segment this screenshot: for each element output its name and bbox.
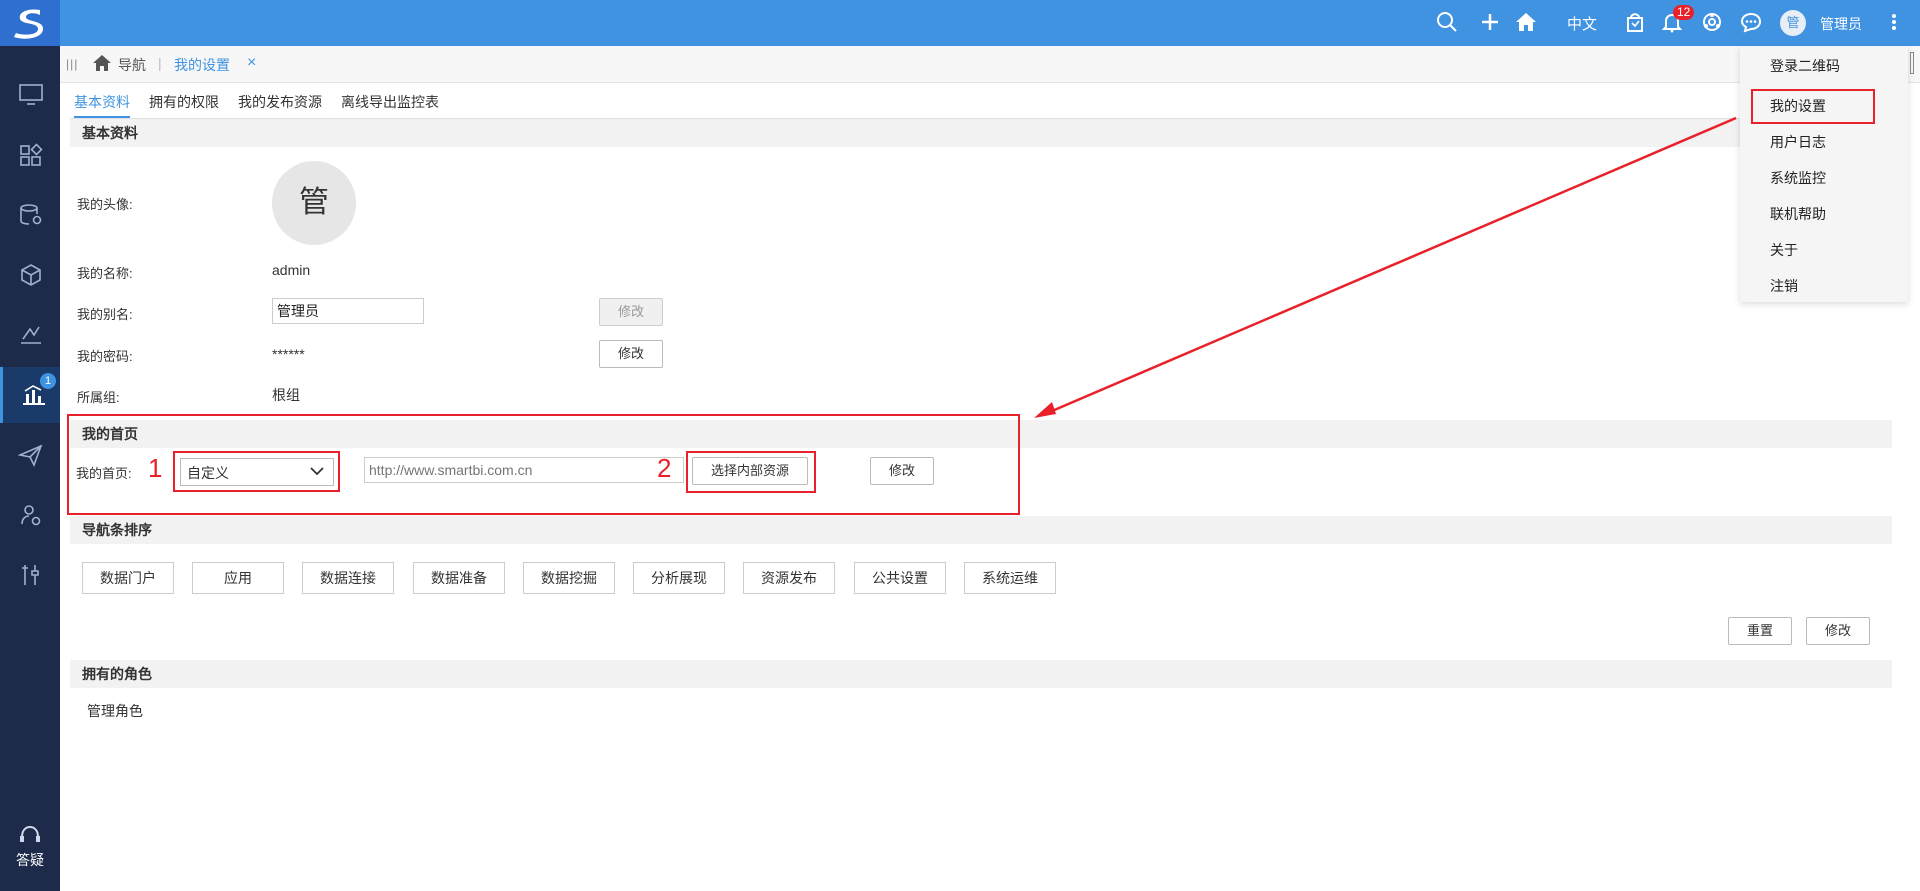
group-label: 所属组: (77, 390, 120, 405)
name-label: 我的名称: (77, 266, 133, 281)
top-bar: 中文 12 管 管理员 (0, 0, 1920, 46)
smartbi-logo[interactable] (0, 0, 60, 46)
nav-order-item[interactable]: 公共设置 (854, 562, 946, 594)
nav-order-item[interactable]: 数据连接 (302, 562, 394, 594)
name-value: admin (272, 262, 311, 278)
alias-input[interactable] (272, 298, 424, 324)
notification-bell-icon[interactable]: 12 (1661, 5, 1695, 35)
right-edge-scroll-handle[interactable] (1910, 52, 1914, 74)
menu-grip-icon[interactable]: ||| (66, 57, 78, 71)
tab-separator: | (158, 55, 162, 71)
nav-order-item[interactable]: 应用 (192, 562, 284, 594)
group-value: 根组 (272, 387, 300, 403)
nav-order-item[interactable]: 数据挖掘 (523, 562, 615, 594)
menu-item-online-help[interactable]: 联机帮助 (1770, 204, 1826, 224)
menu-item-login-qrcode[interactable]: 登录二维码 (1770, 56, 1840, 76)
app-center-icon[interactable] (1701, 11, 1725, 35)
notification-count-badge: 12 (1673, 5, 1695, 20)
left-sidebar: 1 答疑 (0, 46, 60, 891)
user-avatar[interactable]: 管 (1780, 10, 1806, 36)
my-settings-highlight-box (1751, 89, 1875, 124)
menu-item-system-monitor[interactable]: 系统监控 (1770, 168, 1826, 188)
pen-chart-icon (21, 326, 41, 344)
nav-home-icon[interactable] (92, 54, 112, 75)
password-value: ****** (272, 346, 305, 362)
tools-icon (22, 565, 39, 585)
menu-item-user-log[interactable]: 用户日志 (1770, 132, 1826, 152)
sidebar-item-data-mining[interactable] (0, 307, 60, 363)
help-label: 答疑 (16, 852, 44, 868)
nav-order-item[interactable]: 数据门户 (82, 562, 174, 594)
alias-modify-button[interactable]: 修改 (599, 298, 663, 326)
subtab-offline-export-monitor[interactable]: 离线导出监控表 (341, 92, 439, 112)
user-dropdown-menu: 登录二维码 我的设置 用户日志 系统监控 联机帮助 关于 注销 (1740, 46, 1908, 302)
more-vertical-icon[interactable] (1890, 11, 1914, 35)
sidebar-analysis-badge: 1 (40, 373, 56, 389)
section-nav-order: 导航条排序 (70, 516, 1892, 544)
sidebar-item-publish[interactable] (0, 427, 60, 483)
annotation-arrow (1034, 116, 1737, 418)
sidebar-item-ops[interactable] (0, 547, 60, 603)
tab-close-icon[interactable]: × (247, 54, 256, 72)
annotation-number-2: 2 (657, 453, 672, 483)
avatar-label: 我的头像: (77, 197, 133, 212)
section-roles: 拥有的角色 (70, 660, 1892, 688)
tab-navigation[interactable]: 导航 (118, 55, 146, 75)
password-label: 我的密码: (77, 349, 133, 364)
select-highlight-box (173, 451, 340, 492)
sidebar-item-data-prep[interactable] (0, 247, 60, 303)
nav-order-item[interactable]: 数据准备 (413, 562, 505, 594)
sidebar-item-data-connection[interactable] (0, 187, 60, 243)
language-switch[interactable]: 中文 (1567, 13, 1597, 34)
menu-item-about[interactable]: 关于 (1770, 240, 1798, 260)
tab-bar: ||| 导航 | 我的设置 × (60, 46, 1920, 83)
sidebar-help[interactable]: 答疑 (0, 824, 60, 870)
sidebar-item-analysis[interactable]: 1 (0, 367, 60, 423)
nav-order-item[interactable]: 资源发布 (743, 562, 835, 594)
password-modify-button[interactable]: 修改 (599, 340, 663, 368)
subtab-published-resources[interactable]: 我的发布资源 (238, 92, 322, 112)
annotation-number-1: 1 (148, 453, 163, 483)
search-icon[interactable] (1436, 11, 1460, 35)
chat-icon[interactable] (1740, 11, 1764, 35)
alias-label: 我的别名: (77, 307, 133, 322)
nav-order-item[interactable]: 系统运维 (964, 562, 1056, 594)
shopping-bag-icon[interactable] (1624, 11, 1648, 35)
subtab-permissions[interactable]: 拥有的权限 (149, 92, 219, 112)
nav-order-item[interactable]: 分析展现 (633, 562, 725, 594)
sidebar-item-portal[interactable] (0, 67, 60, 123)
subtab-basic-info[interactable]: 基本资料 (74, 92, 130, 118)
headset-icon (20, 825, 40, 842)
home-icon[interactable] (1514, 11, 1538, 35)
cube-icon (21, 264, 41, 286)
user-avatar-large[interactable]: 管 (272, 161, 356, 245)
nav-order-modify-button[interactable]: 修改 (1806, 617, 1870, 645)
model-settings-icon (21, 505, 41, 526)
apps-grid-icon (20, 143, 43, 166)
button-highlight-box (686, 451, 816, 493)
tab-my-settings[interactable]: 我的设置 (174, 55, 230, 75)
sidebar-item-public-settings[interactable] (0, 487, 60, 543)
nav-order-reset-button[interactable]: 重置 (1728, 617, 1792, 645)
send-icon (18, 444, 43, 467)
menu-item-logout[interactable]: 注销 (1770, 276, 1798, 296)
add-icon[interactable] (1479, 11, 1503, 35)
monitor-icon (19, 84, 43, 105)
role-item: 管理角色 (87, 703, 143, 719)
sidebar-item-apps[interactable] (0, 127, 60, 183)
user-name[interactable]: 管理员 (1820, 14, 1862, 34)
database-settings-icon (20, 204, 42, 225)
